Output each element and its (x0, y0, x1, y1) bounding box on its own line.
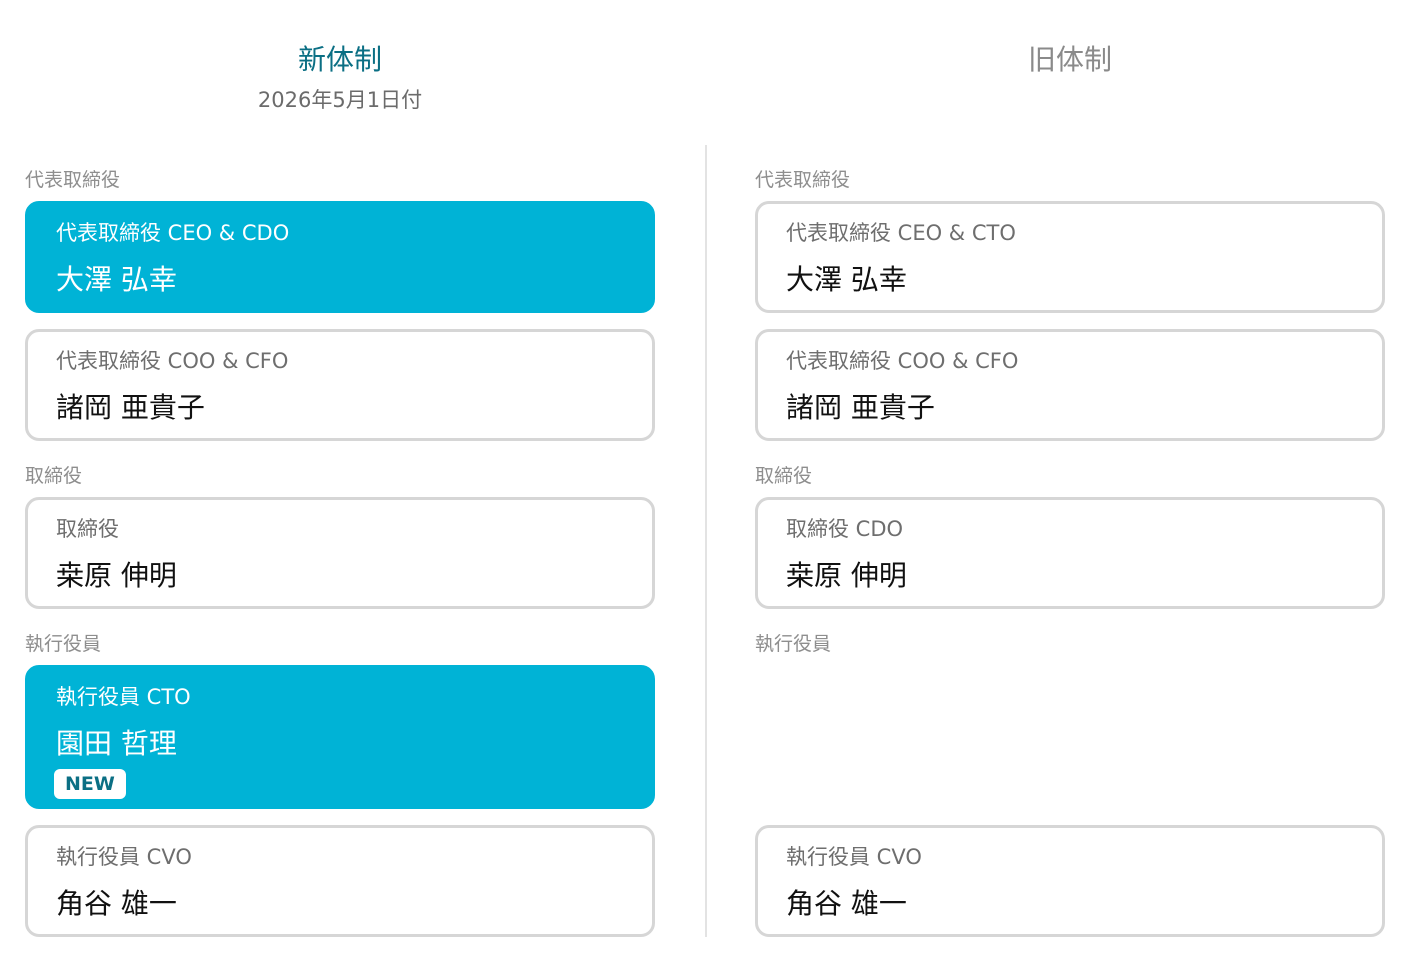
old-card-director: 取締役 CDO 桒原 伸明 (755, 497, 1385, 609)
new-section-label-executive: 執行役員 (25, 633, 102, 655)
card-person-name: 園田 哲理 (56, 727, 177, 760)
new-card-director: 取締役 桒原 伸明 (25, 497, 655, 609)
card-person-name: 諸岡 亜貴子 (56, 391, 205, 424)
old-structure-title: 旧体制 (1027, 43, 1112, 76)
card-role: 執行役員 CVO (786, 845, 922, 869)
card-person-name: 桒原 伸明 (56, 559, 177, 592)
old-card-coo: 代表取締役 COO & CFO 諸岡 亜貴子 (755, 329, 1385, 441)
new-structure-date: 2026年5月1日付 (257, 88, 423, 112)
new-card-coo: 代表取締役 COO & CFO 諸岡 亜貴子 (25, 329, 655, 441)
new-card-cvo: 執行役員 CVO 角谷 雄一 (25, 825, 655, 937)
card-role: 代表取締役 COO & CFO (786, 349, 1019, 373)
new-card-ceo: 代表取締役 CEO & CDO 大澤 弘幸 (25, 201, 655, 313)
old-card-cvo: 執行役員 CVO 角谷 雄一 (755, 825, 1385, 937)
old-section-label-representative: 代表取締役 (755, 169, 851, 191)
card-role: 取締役 (56, 517, 119, 541)
new-card-cto: 執行役員 CTO 園田 哲理 NEW (25, 665, 655, 809)
new-badge: NEW (54, 769, 126, 799)
card-role: 執行役員 CTO (56, 685, 191, 709)
card-role: 執行役員 CVO (56, 845, 192, 869)
card-person-name: 諸岡 亜貴子 (786, 391, 935, 424)
new-section-label-representative: 代表取締役 (25, 169, 121, 191)
old-section-label-director: 取締役 (755, 465, 813, 487)
card-person-name: 大澤 弘幸 (56, 263, 177, 296)
card-role: 代表取締役 COO & CFO (56, 349, 289, 373)
card-person-name: 大澤 弘幸 (786, 263, 907, 296)
new-structure-title: 新体制 (297, 43, 382, 76)
new-section-label-director: 取締役 (25, 465, 83, 487)
card-role: 取締役 CDO (786, 517, 904, 541)
card-person-name: 桒原 伸明 (786, 559, 907, 592)
old-section-label-executive: 執行役員 (755, 633, 832, 655)
card-role: 代表取締役 CEO & CTO (786, 221, 1016, 245)
old-card-ceo: 代表取締役 CEO & CTO 大澤 弘幸 (755, 201, 1385, 313)
card-person-name: 角谷 雄一 (56, 887, 177, 920)
column-divider (705, 145, 707, 937)
card-person-name: 角谷 雄一 (786, 887, 907, 920)
card-role: 代表取締役 CEO & CDO (56, 221, 290, 245)
